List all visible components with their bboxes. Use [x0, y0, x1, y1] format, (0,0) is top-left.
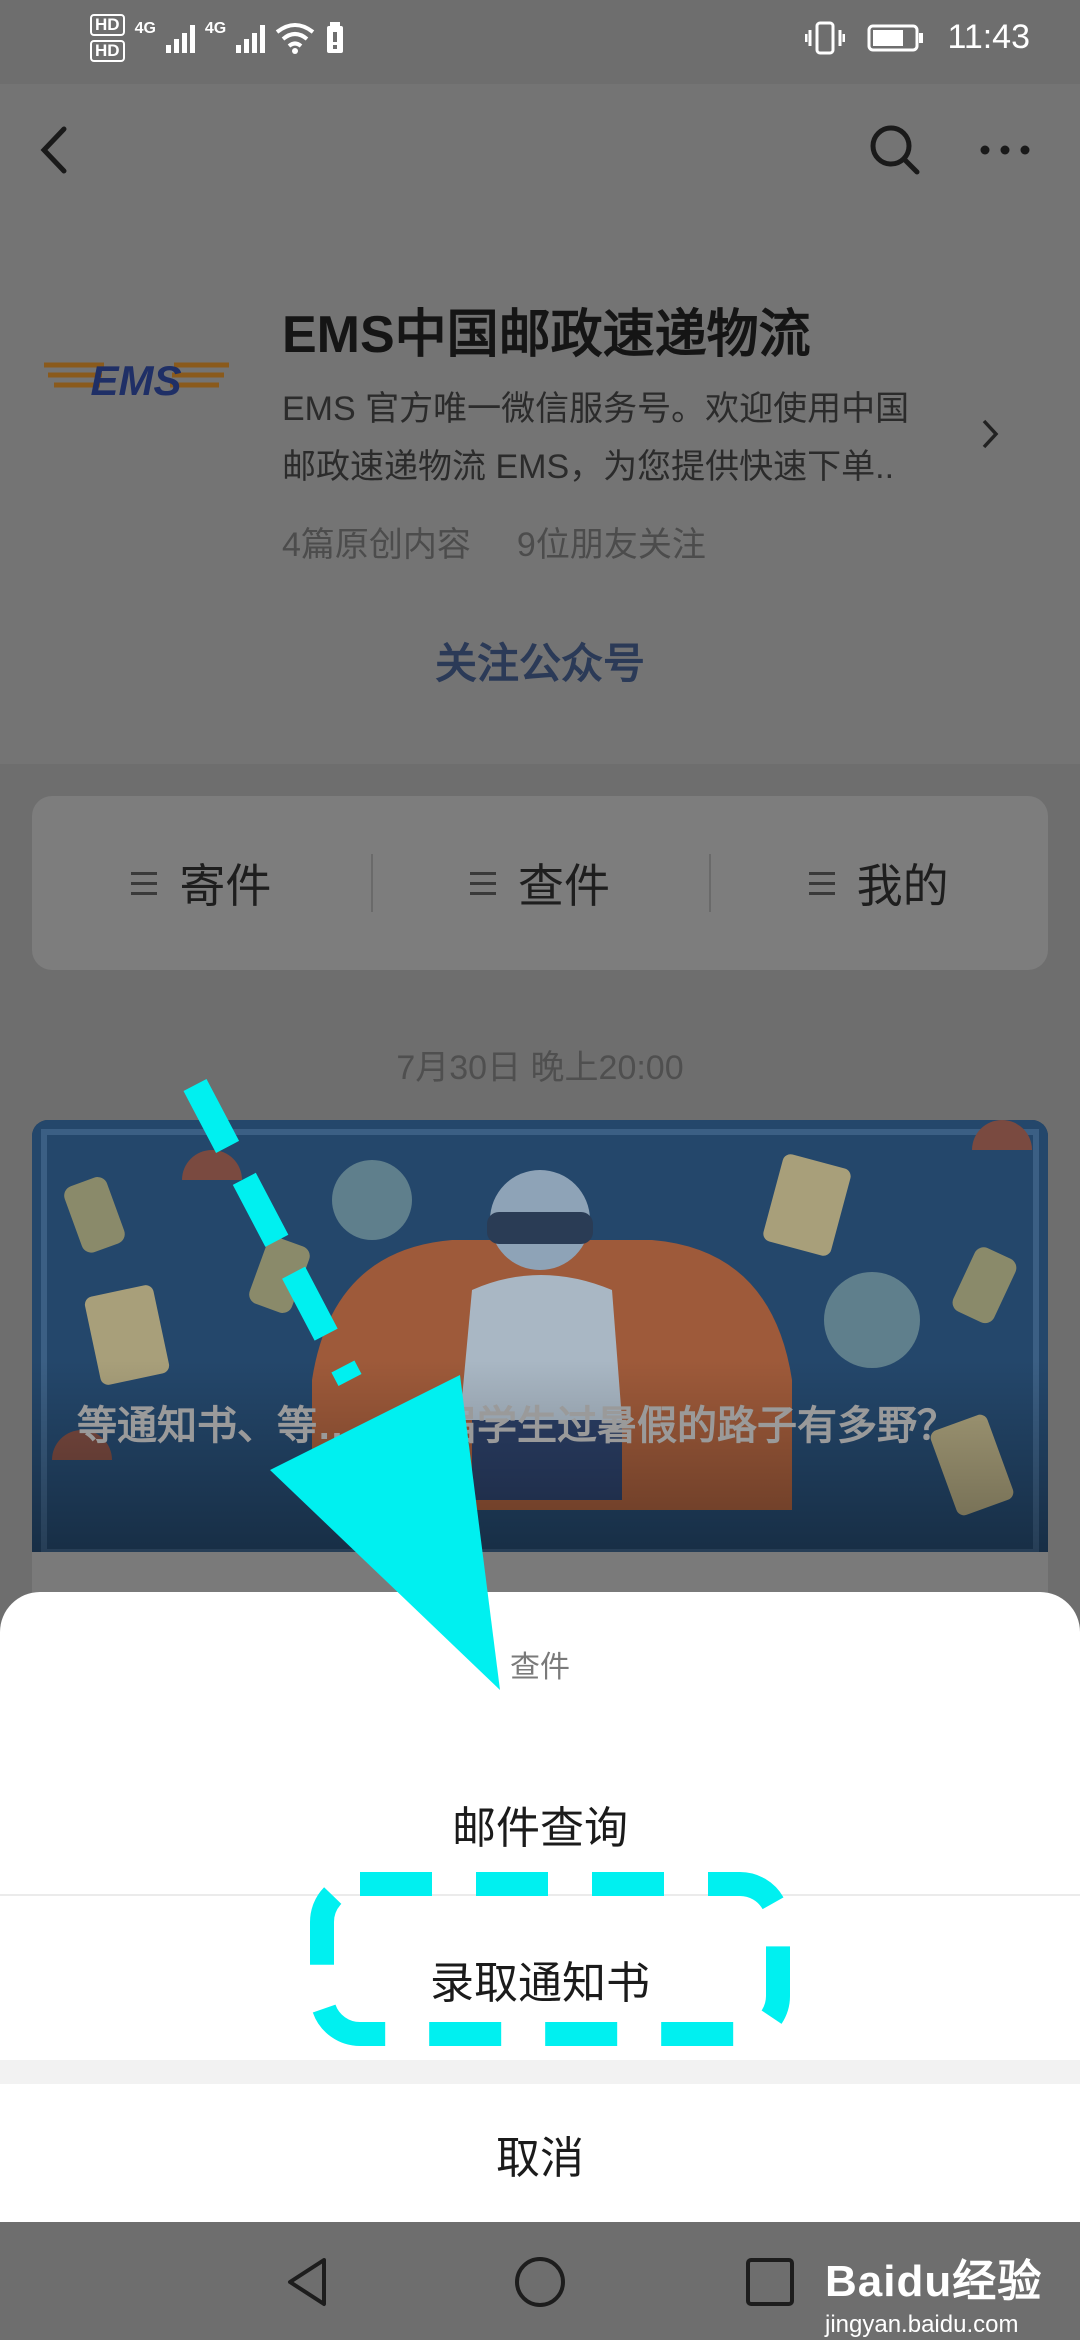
- hd-badge-2: HD: [90, 40, 125, 62]
- menu-item-label: 查件: [518, 860, 610, 912]
- more-horizontal-icon: [980, 145, 1030, 155]
- option-mail-query[interactable]: 邮件查询: [0, 1792, 1080, 1856]
- circle-home-icon[interactable]: [512, 2254, 568, 2310]
- friends-following[interactable]: 9位朋友关注: [517, 517, 706, 566]
- menu-lines-icon: [808, 871, 835, 895]
- service-menu: 寄件 查件 我的: [32, 796, 1048, 970]
- feed-date: 7月30日 晚上20:00: [396, 1049, 684, 1087]
- signal-icon: [165, 23, 195, 53]
- menu-item-send[interactable]: 寄件: [32, 796, 371, 970]
- battery-icon: [867, 24, 924, 51]
- article-card[interactable]: 等通知书、等……这届学生过暑假的路子有多野？: [32, 1120, 1048, 1552]
- more-button[interactable]: [975, 125, 1035, 175]
- clock: 11:43: [947, 18, 1030, 56]
- network-label-2: 4G: [204, 20, 227, 37]
- menu-item-label: 我的: [856, 860, 949, 912]
- chevron-left-icon: [40, 126, 67, 174]
- hd-badge-1: HD: [90, 14, 125, 36]
- account-description[interactable]: EMS 官方唯一微信服务号。欢迎使用中国 邮政速递物流 EMS，为您提供快速下单…: [282, 380, 982, 496]
- action-sheet: 查件 邮件查询 录取通知书 取消: [0, 1592, 1080, 2222]
- wifi-icon: [276, 23, 315, 54]
- cancel-button[interactable]: 取消: [0, 2122, 1080, 2186]
- search-button[interactable]: [865, 120, 925, 180]
- sheet-title: 查件: [510, 1651, 570, 1684]
- signal-icon-2: [236, 23, 266, 53]
- article-cover-image: [32, 1120, 1048, 1552]
- description-line-2: 邮政速递物流 EMS，为您提供快速下单..: [282, 448, 895, 486]
- battery-saver-icon: [327, 22, 344, 53]
- menu-lines-icon: [470, 871, 496, 895]
- article-card-footer: [32, 1552, 1048, 1592]
- status-bar: HD HD 4G 4G 11:43: [0, 0, 1080, 84]
- status-right: 11:43: [805, 18, 1030, 57]
- search-icon: [870, 125, 920, 175]
- status-left: HD HD 4G 4G: [90, 14, 345, 62]
- menu-item-track[interactable]: 查件: [370, 796, 710, 970]
- watermark-brand: Baidu经验: [825, 2257, 1043, 2306]
- triangle-back-icon[interactable]: [280, 2254, 336, 2310]
- option-admission-notice[interactable]: 录取通知书: [0, 1947, 1080, 2011]
- menu-lines-icon: [131, 871, 158, 895]
- section-gap: [0, 2060, 1080, 2084]
- follow-button[interactable]: 关注公众号: [0, 630, 1080, 691]
- account-stats: 4篇原创内容 9位朋友关注: [282, 517, 706, 566]
- network-label-1: 4G: [134, 20, 156, 37]
- baidu-watermark: Baidu经验 jingyan.baidu.com: [825, 2245, 1042, 2339]
- description-line-1: EMS 官方唯一微信服务号。欢迎使用中国: [282, 390, 910, 428]
- square-recents-icon[interactable]: [742, 2254, 798, 2310]
- menu-item-mine[interactable]: 我的: [709, 796, 1048, 970]
- chevron-right-icon[interactable]: [980, 415, 1002, 463]
- watermark-url: jingyan.baidu.com: [825, 2311, 1019, 2338]
- original-count: 4篇原创内容: [282, 526, 471, 564]
- back-button[interactable]: [30, 115, 78, 185]
- account-name: EMS中国邮政速递物流: [282, 306, 811, 364]
- vibrate-icon: [805, 21, 846, 54]
- divider: [0, 1894, 1080, 1896]
- menu-item-label: 寄件: [179, 860, 272, 912]
- ems-logo: EMS: [44, 345, 229, 415]
- article-title: 等通知书、等……这届学生过暑假的路子有多野？: [77, 1404, 957, 1448]
- logo-text: EMS: [90, 357, 181, 404]
